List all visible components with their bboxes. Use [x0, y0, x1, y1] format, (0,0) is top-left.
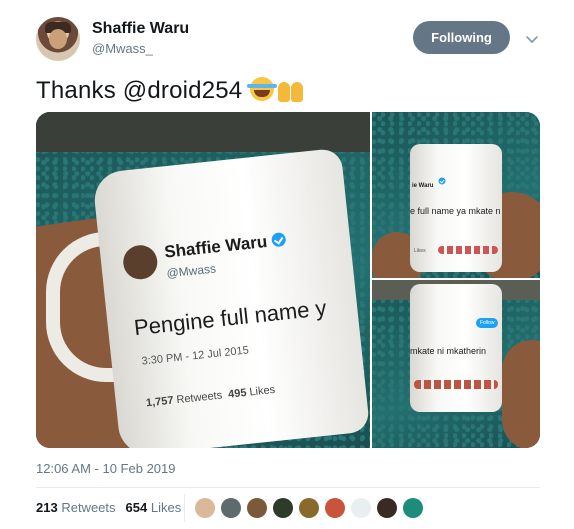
liker-avatar[interactable] — [273, 498, 293, 518]
mug-likes-count: 495 — [227, 386, 248, 401]
tweet-timestamp[interactable]: 12:06 AM - 10 Feb 2019 — [36, 461, 175, 476]
mug-body: Shaffie Waru @Mwass Pengine full name y … — [91, 147, 370, 448]
mug-liker-avatars — [438, 246, 498, 254]
mug-handle-text: @Mwass — [165, 261, 217, 281]
liker-avatar[interactable] — [351, 498, 371, 518]
raising-hands-emoji-icon — [276, 76, 304, 102]
author-display-name[interactable]: Shaffie Waru — [92, 20, 189, 38]
media-photo-main[interactable]: Shaffie Waru @Mwass Pengine full name y … — [36, 112, 370, 448]
likes-label: Likes — [150, 500, 182, 515]
verified-badge-icon — [271, 231, 287, 248]
mug-avatar — [121, 243, 159, 281]
background-objects — [36, 112, 370, 152]
mug-likes-label: Likes — [248, 383, 276, 399]
mug-stats: 1,757 Retweets 495 Likes — [145, 384, 275, 409]
author-handle[interactable]: @Mwass_ — [92, 41, 153, 56]
tweet-text: Thanks @droid254 — [36, 76, 304, 105]
mug-retweets-count: 1,757 — [145, 394, 175, 410]
mug-body: ie Waru e full name ya mkate n Likes — [410, 144, 502, 272]
likes-stat[interactable]: 654 Likes — [126, 500, 182, 515]
stats-divider — [184, 494, 185, 522]
media-photo-bottom-right[interactable]: Follow mkate ni mkatherin — [372, 280, 540, 448]
liker-avatar[interactable] — [403, 498, 423, 518]
retweets-count: 213 — [36, 500, 58, 515]
liker-avatar[interactable] — [247, 498, 267, 518]
retweets-label: Retweets — [61, 500, 116, 515]
mug-display-name: Shaffie Waru — [163, 230, 287, 263]
tweet-stats: 213 Retweets 654 Likes — [36, 500, 181, 515]
avatar-face — [49, 29, 67, 49]
verified-badge-icon — [438, 177, 446, 185]
author-avatar[interactable] — [36, 17, 80, 61]
divider — [36, 487, 540, 488]
tweet-header: Shaffie Waru @Mwass_ Following — [0, 0, 574, 70]
mug-likes-label: Likes — [414, 248, 426, 254]
mug-tweet-text: Pengine full name y — [132, 295, 328, 341]
mug-liker-avatars — [414, 380, 498, 389]
mug-tweet-text: e full name ya mkate n — [410, 206, 501, 216]
mug-display-name-text: ie Waru — [412, 183, 434, 189]
tweet-text-content: Thanks @droid254 — [36, 77, 243, 104]
likes-count: 654 — [125, 500, 148, 515]
mug-tweet-text: mkate ni mkatherin — [410, 346, 487, 356]
mug-follow-button: Follow — [476, 318, 499, 328]
media-photo-top-right[interactable]: ie Waru e full name ya mkate n Likes — [372, 112, 540, 278]
hand — [502, 340, 540, 448]
tweet-media-grid: Shaffie Waru @Mwass Pengine full name y … — [36, 112, 540, 448]
retweets-stat[interactable]: 213 Retweets — [36, 500, 116, 515]
liker-avatar[interactable] — [377, 498, 397, 518]
tears-of-joy-emoji-icon — [247, 77, 278, 101]
mug-body: Follow mkate ni mkatherin — [410, 284, 502, 412]
mug-retweets-label: Retweets — [175, 389, 223, 407]
mug-display-name: ie Waru — [412, 174, 449, 189]
liker-avatar[interactable] — [195, 498, 215, 518]
liker-avatar[interactable] — [299, 498, 319, 518]
mug-timestamp: 3:30 PM - 12 Jul 2015 — [141, 344, 250, 368]
mug-display-name-text: Shaffie Waru — [163, 231, 269, 262]
following-button[interactable]: Following — [413, 21, 510, 54]
liker-avatar[interactable] — [221, 498, 241, 518]
chevron-down-icon[interactable] — [525, 32, 539, 46]
liker-avatar[interactable] — [325, 498, 345, 518]
